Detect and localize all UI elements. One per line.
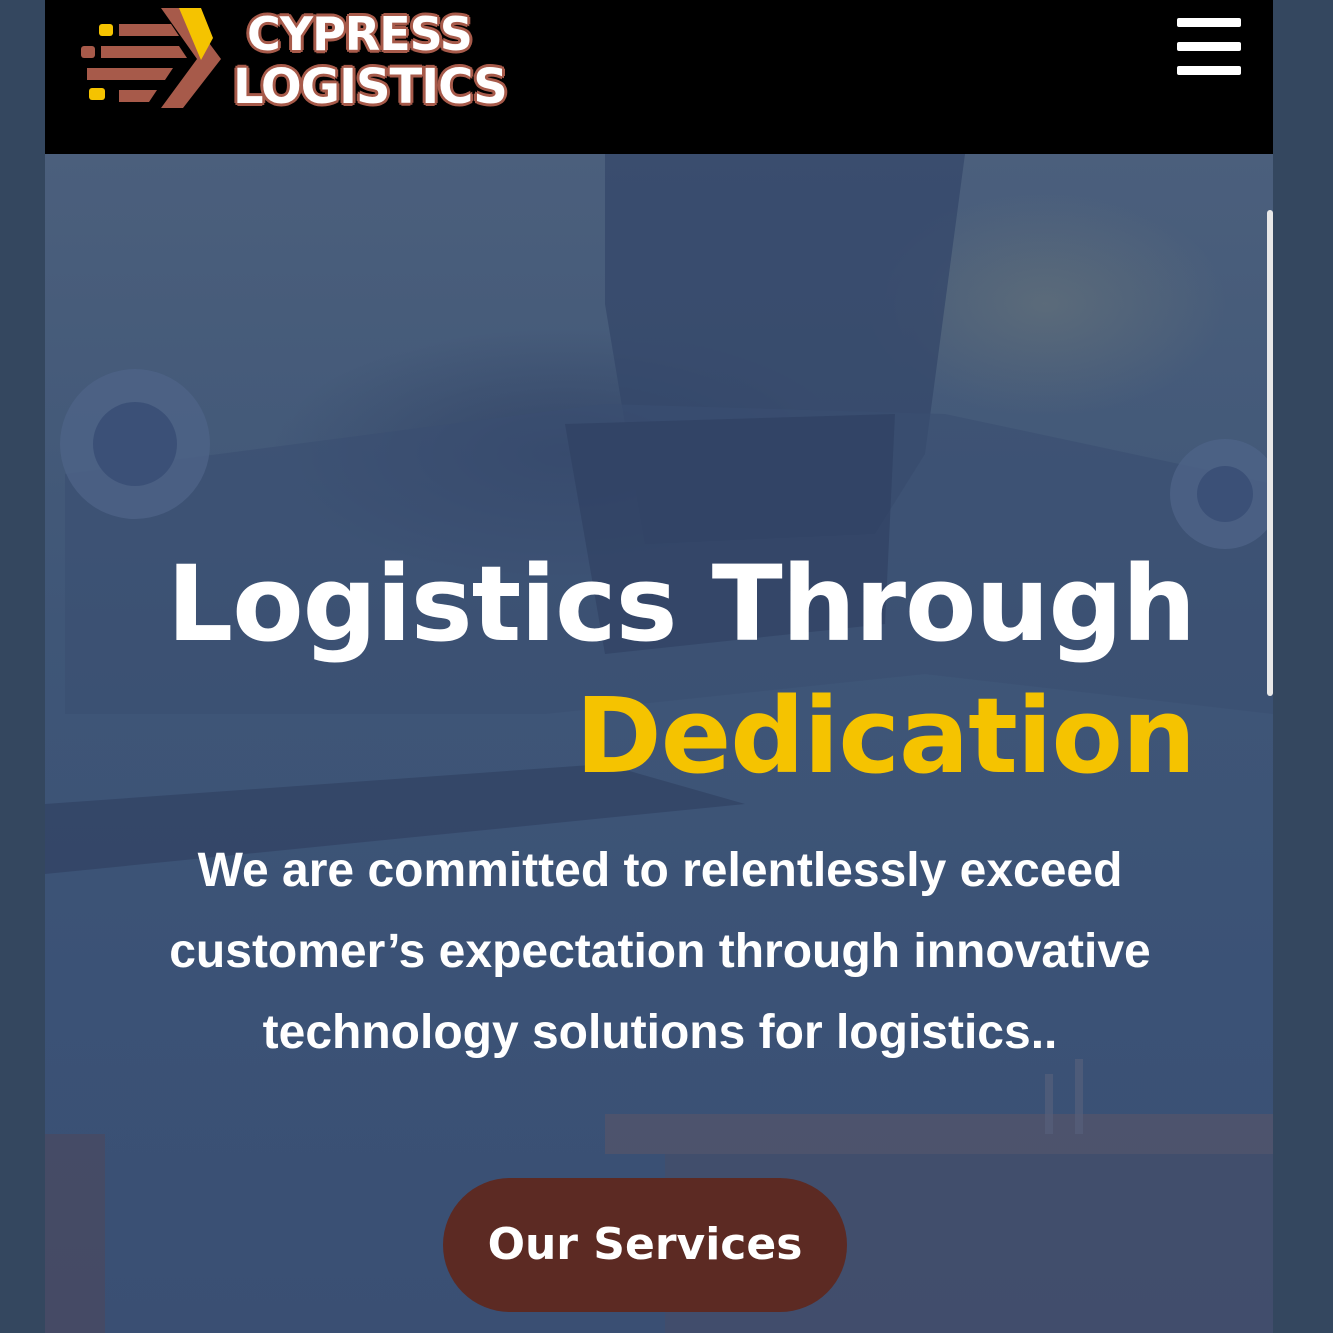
logo-text-line2: LOGISTICS [233, 59, 508, 115]
hero-title-line2: Dedication [575, 675, 1196, 797]
hamburger-menu-button[interactable] [1173, 16, 1245, 78]
hero-title-line1: Logistics Through [166, 543, 1196, 665]
hero-section: Logistics Through Dedication We are comm… [45, 154, 1273, 1333]
brand-logo[interactable]: CYPRESS LOGISTICS [79, 4, 539, 115]
logo-text-line1: CYPRESS [247, 7, 473, 61]
logo-arrow-icon [81, 8, 221, 108]
site-header: CYPRESS LOGISTICS [45, 0, 1273, 154]
scrollbar[interactable] [1267, 210, 1273, 696]
page-frame: CYPRESS LOGISTICS Logistics Through Dedi… [45, 0, 1273, 1333]
our-services-button[interactable]: Our Services [443, 1178, 847, 1312]
hero-subtitle: We are committed to relentlessly exceed … [169, 844, 1151, 1059]
